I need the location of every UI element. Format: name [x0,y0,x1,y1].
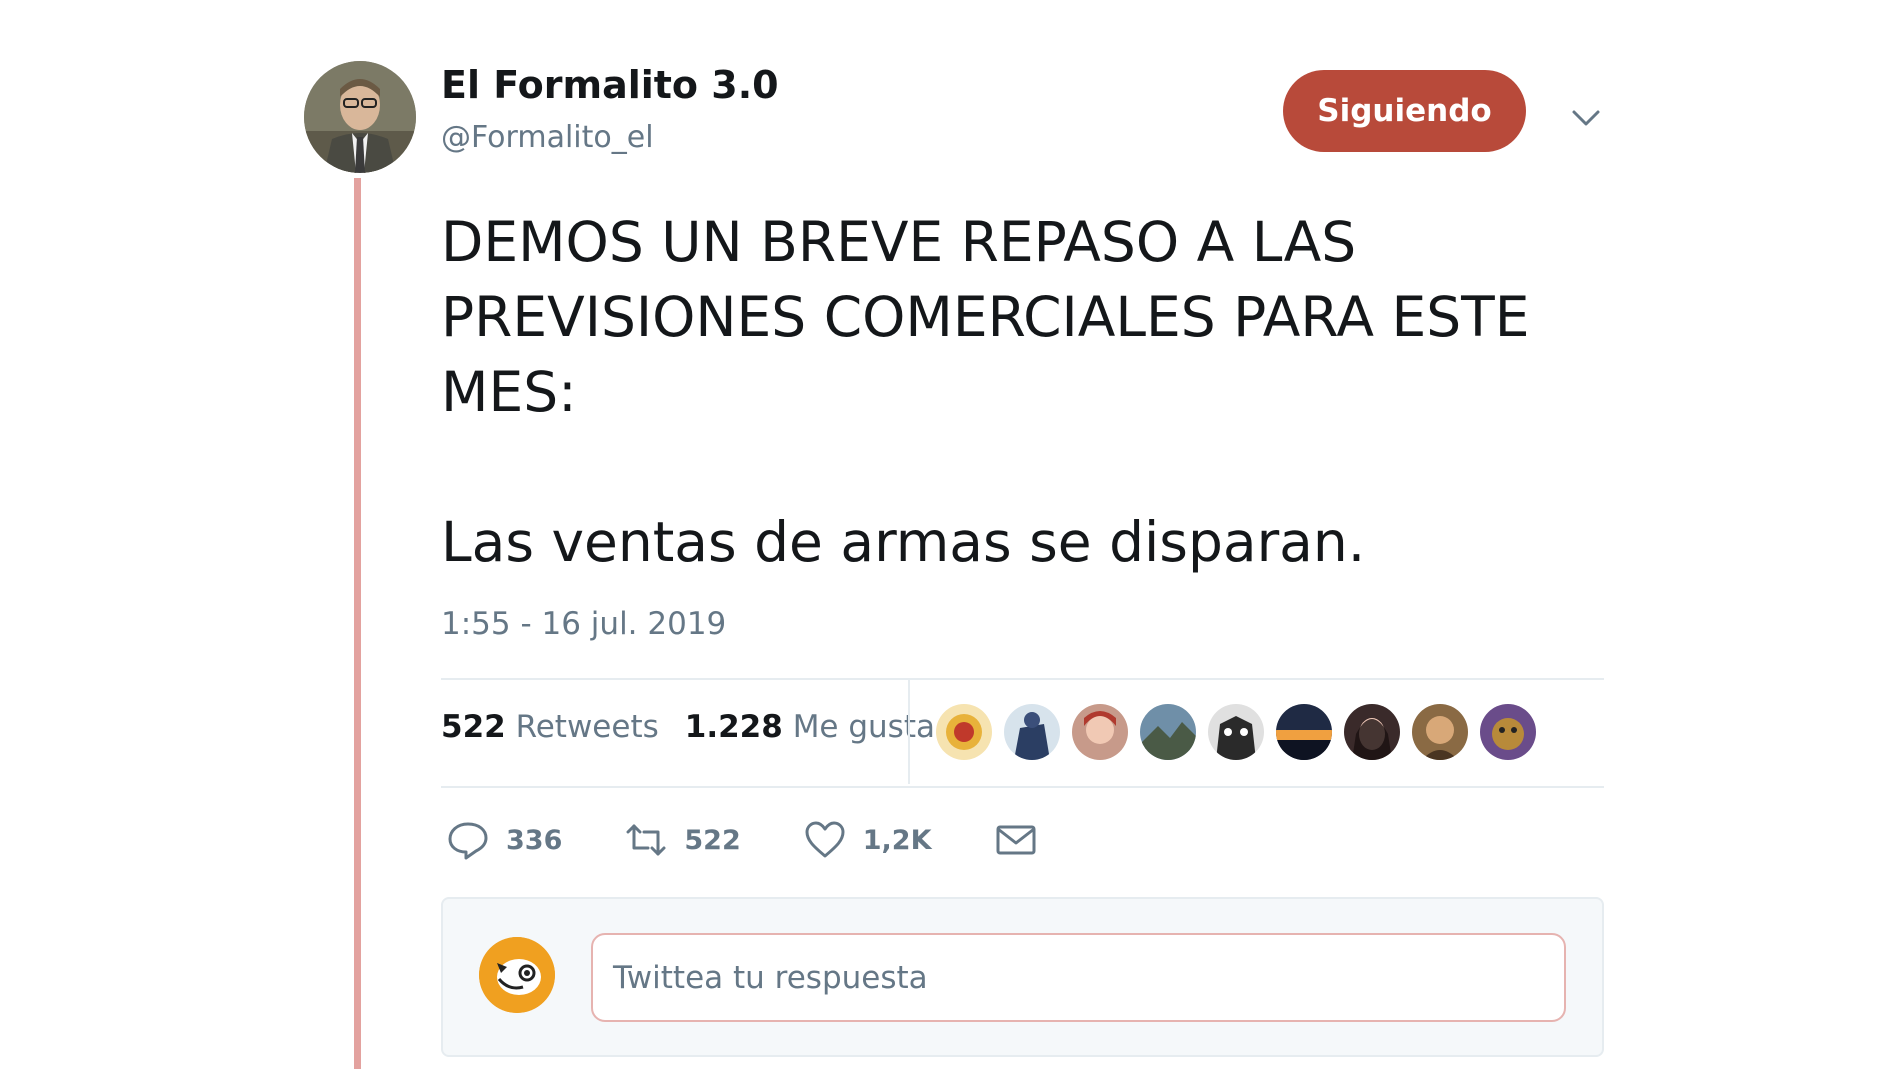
liker-avatar[interactable] [1004,704,1060,760]
author-avatar[interactable] [304,61,416,173]
liker-avatar[interactable] [1412,704,1468,760]
liker-avatar[interactable] [1276,704,1332,760]
liker-avatar[interactable] [1072,704,1128,760]
current-user-avatar [479,937,555,1013]
tweet-stats: 522 Retweets 1.228 Me gusta [441,709,935,745]
likers-avatars [936,704,1536,760]
retweets-label: Retweets [515,709,659,745]
divider [441,678,1604,680]
author-handle[interactable]: @Formalito_el [441,120,654,155]
divider [441,786,1604,788]
liker-avatar[interactable] [1208,704,1264,760]
likes-label: Me gusta [792,709,935,745]
liker-avatar[interactable] [1344,704,1400,760]
thread-line [354,178,361,1069]
liker-avatar[interactable] [1480,704,1536,760]
retweets-stat[interactable]: 522 Retweets [441,709,659,745]
reply-input[interactable]: Twittea tu respuesta [591,933,1566,1022]
chevron-down-icon[interactable] [1568,100,1604,136]
retweets-count: 522 [441,709,506,745]
tweet-actions: 336 522 1,2K [446,818,1100,862]
author-name[interactable]: El Formalito 3.0 [441,63,779,107]
retweet-action[interactable]: 522 [624,818,741,862]
reply-icon [448,822,488,860]
tweet-text-last-line: Las ventas de armas se disparan. [441,510,1366,574]
tweet-timestamp[interactable]: 1:55 - 16 jul. 2019 [441,606,726,642]
like-count: 1,2K [862,824,932,856]
reply-count: 336 [506,824,563,856]
following-button[interactable]: Siguiendo [1283,70,1526,152]
heart-icon [805,821,845,858]
direct-message-action[interactable] [994,818,1038,862]
liker-avatar[interactable] [936,704,992,760]
like-action[interactable]: 1,2K [803,818,932,862]
reply-action[interactable]: 336 [446,818,562,862]
retweet-count: 522 [684,824,741,856]
mail-icon [996,825,1036,855]
likes-count: 1.228 [684,709,783,745]
stats-divider [908,680,910,784]
tweet-text: DEMOS UN BREVE REPASO A LAS PREVISIONES … [441,210,1530,424]
liker-avatar[interactable] [1140,704,1196,760]
retweet-icon [626,824,666,856]
likes-stat[interactable]: 1.228 Me gusta [685,709,935,745]
